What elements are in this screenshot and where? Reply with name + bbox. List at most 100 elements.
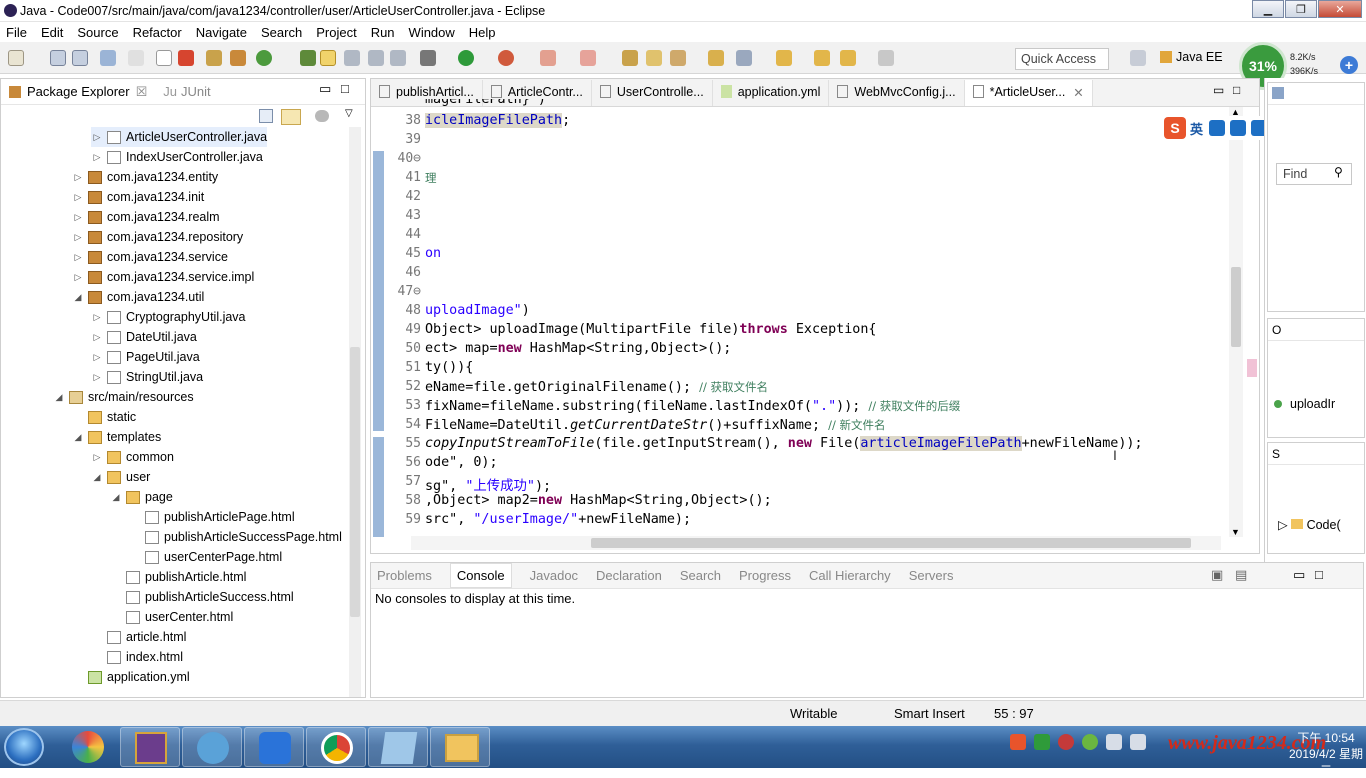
tree-item[interactable]: index.html — [91, 647, 183, 667]
tab-servers-console[interactable]: Servers — [909, 568, 954, 583]
menu-edit[interactable]: Edit — [41, 25, 63, 40]
view-menu-icon[interactable] — [315, 110, 329, 122]
tab-declaration[interactable]: Declaration — [596, 568, 662, 583]
menu-source[interactable]: Source — [77, 25, 118, 40]
taskbar-wps[interactable] — [244, 727, 304, 767]
minimize-button[interactable]: ▁ — [1252, 0, 1284, 18]
menu-search[interactable]: Search — [261, 25, 302, 40]
tab-application-yml[interactable]: application.yml — [713, 80, 830, 106]
maximize-button[interactable]: ❐ — [1285, 0, 1317, 18]
back-icon[interactable] — [840, 50, 856, 66]
code-line[interactable]: FileName=DateUtil.getCurrentDateStr()+su… — [425, 417, 886, 436]
tab-webmvc-config[interactable]: WebMvcConfig.j... — [829, 80, 965, 106]
maximize-console-icon[interactable]: □ — [1315, 567, 1323, 582]
tree-item[interactable]: ▷ com.java1234.service.impl — [72, 267, 255, 287]
taskbar-dolphin[interactable] — [182, 727, 242, 767]
coverage-icon[interactable] — [580, 50, 596, 66]
tree-item[interactable]: ▷ DateUtil.java — [91, 327, 197, 347]
sogou-tray-icon[interactable] — [1010, 734, 1026, 750]
toggle-mark-icon[interactable] — [344, 50, 360, 66]
sogou-icon[interactable]: S — [1164, 117, 1186, 139]
editor-horizontal-scrollbar[interactable] — [411, 536, 1221, 550]
search-toolbar-icon[interactable] — [300, 50, 316, 66]
code-line[interactable]: 理 — [425, 170, 437, 189]
minimize-editor-icon[interactable]: ▭ — [1213, 83, 1224, 97]
open-resource-icon[interactable] — [670, 50, 686, 66]
code-line[interactable]: ty()){ — [425, 360, 473, 379]
debug-icon[interactable] — [420, 50, 436, 66]
tab-servers[interactable]: S — [1272, 447, 1280, 461]
tree-item[interactable]: ▷ StringUtil.java — [91, 367, 204, 387]
update-tray-icon[interactable] — [1082, 734, 1098, 750]
editor-vertical-scrollbar[interactable]: ▲ ▼ — [1229, 107, 1243, 537]
menu-project[interactable]: Project — [316, 25, 356, 40]
taskbar-app-1[interactable] — [58, 727, 118, 767]
menu-help[interactable]: Help — [469, 25, 496, 40]
menu-window[interactable]: Window — [409, 25, 455, 40]
package-scrollbar[interactable] — [349, 127, 361, 697]
tree-expander-icon[interactable]: ◢ — [110, 492, 122, 503]
code-line[interactable]: on — [425, 246, 441, 265]
menu-file[interactable]: File — [6, 25, 27, 40]
outline-item[interactable]: uploadIr — [1274, 397, 1354, 411]
network-tray-icon[interactable] — [1106, 734, 1122, 750]
net-plus-button[interactable]: + — [1340, 56, 1358, 74]
tree-item[interactable]: ▷ IndexUserController.java — [91, 147, 263, 167]
security-tray-icon[interactable] — [1034, 734, 1050, 750]
maximize-view-icon[interactable]: □ — [341, 81, 349, 96]
tree-expander-icon[interactable]: ◢ — [91, 472, 103, 483]
code-line[interactable]: icleImageFilePath; — [425, 113, 570, 132]
stop-icon[interactable] — [540, 50, 556, 66]
breadcrumb-icon[interactable] — [156, 50, 172, 66]
tree-expander-icon[interactable]: ▷ — [91, 452, 103, 463]
tree-item[interactable]: publishArticleSuccess.html — [110, 587, 294, 607]
tab-javadoc[interactable]: Javadoc — [530, 568, 578, 583]
tree-item[interactable]: ◢ com.java1234.util — [72, 287, 205, 307]
tree-expander-icon[interactable]: ▷ — [72, 272, 84, 283]
tree-item[interactable]: ▷ CryptographyUtil.java — [91, 307, 246, 327]
open-folder-icon[interactable] — [708, 50, 724, 66]
code-line[interactable]: sg", "上传成功"); — [425, 474, 551, 494]
print-icon[interactable] — [100, 50, 116, 66]
taskbar-eclipse[interactable] — [120, 727, 180, 767]
tab-junit[interactable]: JUnit — [181, 84, 211, 99]
perspective-java-ee[interactable]: Java EE — [1160, 50, 1223, 64]
tree-item[interactable]: ▷ ArticleUserController.java — [91, 127, 268, 147]
minimize-view-icon[interactable]: ▭ — [319, 81, 331, 97]
save-all-icon[interactable] — [72, 50, 88, 66]
tree-expander-icon[interactable]: ▷ — [91, 132, 103, 143]
volume-tray-icon[interactable] — [1130, 734, 1146, 750]
tree-expander-icon[interactable]: ◢ — [72, 432, 84, 443]
show-whitespace-icon[interactable] — [390, 50, 406, 66]
tree-item[interactable]: ▷ com.java1234.entity — [72, 167, 219, 187]
tree-item[interactable]: ▷ com.java1234.init — [72, 187, 205, 207]
tree-expander-icon[interactable]: ▷ — [91, 352, 103, 363]
new-class-icon[interactable] — [230, 50, 246, 66]
tree-expander-icon[interactable]: ▷ — [72, 192, 84, 203]
tree-item[interactable]: ▷ common — [91, 447, 174, 467]
open-perspective-icon[interactable] — [1130, 50, 1146, 66]
tree-item[interactable]: publishArticlePage.html — [129, 507, 295, 527]
minimize-console-icon[interactable]: ▭ — [1293, 567, 1305, 583]
save-icon[interactable] — [50, 50, 66, 66]
last-edit-icon[interactable] — [814, 50, 830, 66]
ime-lang-icon[interactable]: 英 — [1190, 119, 1203, 138]
maximize-editor-icon[interactable]: □ — [1233, 83, 1240, 97]
code-line[interactable]: ,Object> map2=new HashMap<String,Object>… — [425, 493, 772, 512]
tree-item[interactable]: ◢ page — [110, 487, 173, 507]
tree-item[interactable]: ▷ PageUtil.java — [91, 347, 200, 367]
start-button[interactable] — [4, 728, 44, 766]
code-line[interactable]: fixName=fileName.substring(fileName.last… — [425, 398, 960, 417]
code-line[interactable]: ode", 0); — [425, 455, 498, 474]
taskbar-notepad[interactable] — [368, 727, 428, 767]
tree-item[interactable]: ▷ com.java1234.service — [72, 247, 228, 267]
code-line[interactable]: copyInputStreamToFile(file.getInputStrea… — [425, 436, 1143, 455]
tree-item[interactable]: ▷ com.java1234.realm — [72, 207, 220, 227]
code-line[interactable]: Object> uploadImage(MultipartFile file)t… — [425, 322, 876, 341]
highlight-icon[interactable] — [320, 50, 336, 66]
open-type-icon[interactable] — [622, 50, 638, 66]
block-select-icon[interactable] — [368, 50, 384, 66]
tree-item[interactable]: ◢ src/main/resources — [53, 387, 194, 407]
find-search-icon[interactable]: ⚲ — [1334, 165, 1343, 179]
tree-item[interactable]: userCenter.html — [110, 607, 233, 627]
